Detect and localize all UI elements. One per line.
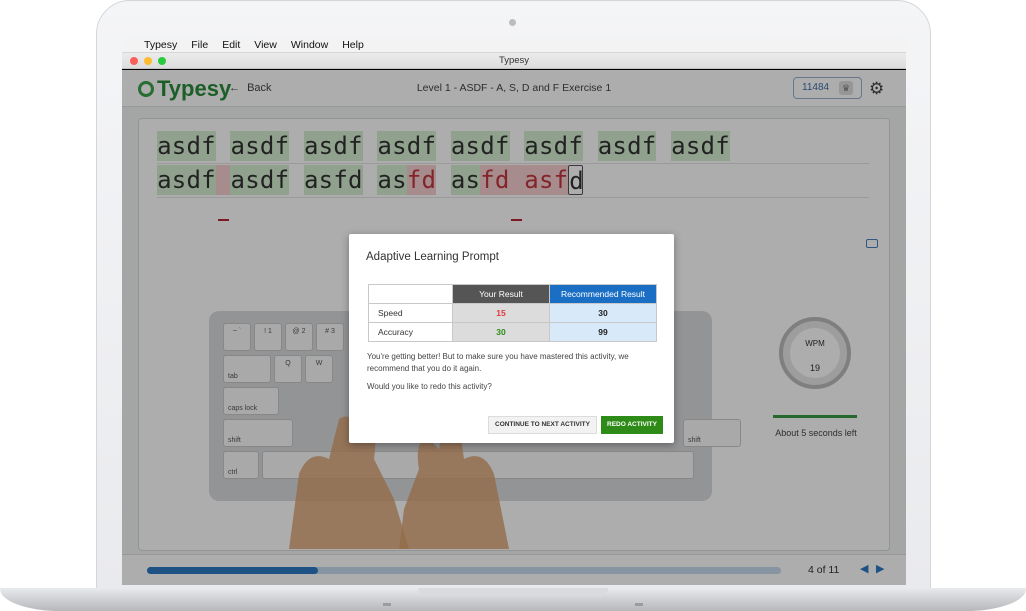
row-label: Accuracy [368, 322, 453, 342]
laptop-notch [418, 588, 608, 596]
close-window-icon[interactable] [130, 57, 138, 65]
table-corner-cell [368, 284, 453, 304]
continue-next-activity-button[interactable]: CONTINUE TO NEXT ACTIVITY [488, 416, 597, 434]
table-row: Speed 15 30 [368, 303, 657, 323]
menu-app[interactable]: Typesy [144, 39, 177, 51]
adaptive-learning-modal: Adaptive Learning Prompt Your Result Rec… [349, 234, 674, 443]
menu-help[interactable]: Help [342, 39, 364, 51]
laptop-foot [383, 603, 391, 606]
row-label: Speed [368, 303, 453, 323]
menu-file[interactable]: File [191, 39, 208, 51]
laptop-foot [635, 603, 643, 606]
table-row: Accuracy 30 99 [368, 322, 657, 342]
recommended-speed-value: 30 [549, 303, 657, 323]
camera [509, 19, 516, 26]
your-speed-value: 15 [452, 303, 550, 323]
redo-activity-button[interactable]: REDO ACTIVITY [601, 416, 663, 434]
modal-message: You're getting better! But to make sure … [367, 352, 629, 373]
your-result-header: Your Result [452, 284, 550, 304]
minimize-window-icon[interactable] [144, 57, 152, 65]
window-titlebar: Typesy [122, 53, 906, 69]
recommended-accuracy-value: 99 [549, 322, 657, 342]
zoom-window-icon[interactable] [158, 57, 166, 65]
recommended-result-header: Recommended Result [549, 284, 657, 304]
your-accuracy-value: 30 [452, 322, 550, 342]
mac-menubar: Typesy File Edit View Window Help [122, 38, 906, 53]
screen: Typesy File Edit View Window Help Typesy… [122, 38, 906, 585]
modal-title: Adaptive Learning Prompt [366, 251, 499, 263]
modal-question: Would you like to redo this activity? [367, 382, 492, 391]
menu-edit[interactable]: Edit [222, 39, 240, 51]
results-table: Your Result Recommended Result Speed 15 … [368, 284, 657, 342]
menu-window[interactable]: Window [291, 39, 328, 51]
table-header-row: Your Result Recommended Result [368, 284, 657, 304]
window-title: Typesy [498, 55, 530, 66]
menu-view[interactable]: View [254, 39, 277, 51]
